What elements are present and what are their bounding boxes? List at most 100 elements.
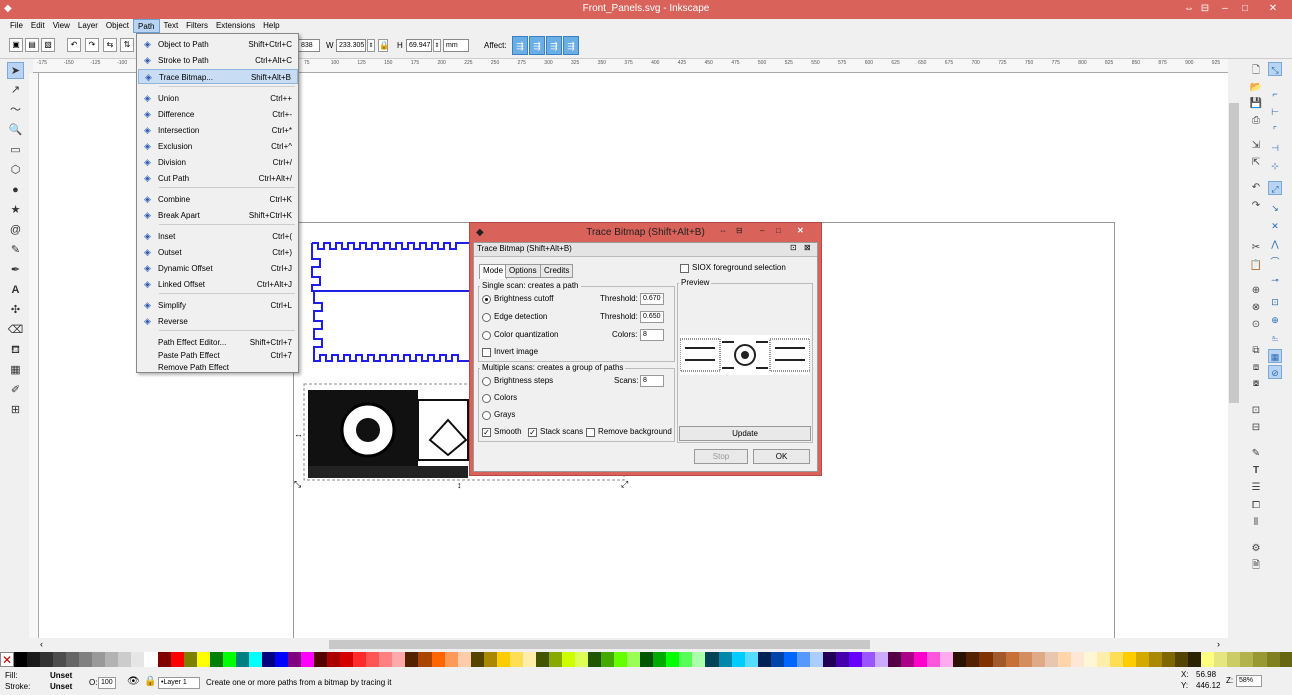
- siox-checkbox[interactable]: [680, 264, 689, 273]
- fill-stroke-icon[interactable]: ✎: [1249, 447, 1263, 461]
- affect-gradients-icon[interactable]: ⇶: [546, 36, 562, 55]
- menu-item-division[interactable]: ◈ Division Ctrl+/: [138, 155, 298, 170]
- opacity-field[interactable]: 100: [98, 677, 116, 689]
- color-swatch[interactable]: [940, 652, 954, 667]
- color-swatch[interactable]: [849, 652, 863, 667]
- color-swatch[interactable]: [1162, 652, 1176, 667]
- color-swatch[interactable]: [314, 652, 328, 667]
- color-swatch[interactable]: [548, 652, 562, 667]
- menu-object[interactable]: Object: [102, 19, 133, 33]
- color-swatch[interactable]: [535, 652, 549, 667]
- snap-nodes-icon[interactable]: ⤢: [1268, 181, 1282, 195]
- snap-midpoint-icon[interactable]: ⊸: [1268, 273, 1282, 287]
- color-swatch[interactable]: [601, 652, 615, 667]
- brightness-steps-radio[interactable]: [482, 377, 491, 386]
- duplicate-icon[interactable]: ⧉: [1249, 344, 1263, 358]
- align-icon[interactable]: ⫴: [1249, 516, 1263, 530]
- color-swatch[interactable]: [405, 652, 419, 667]
- affect-corners-icon[interactable]: ⇶: [529, 36, 545, 55]
- dialog-resize-icon[interactable]: ⇔: [719, 226, 727, 235]
- color-swatch[interactable]: [835, 652, 849, 667]
- threshold-field-2[interactable]: 0.650: [640, 311, 664, 323]
- save-icon[interactable]: 💾: [1249, 97, 1263, 111]
- color-swatch[interactable]: [822, 652, 836, 667]
- color-swatch[interactable]: [248, 652, 262, 667]
- color-swatch[interactable]: [1201, 652, 1215, 667]
- w-stepper[interactable]: ⇕: [367, 39, 375, 52]
- color-swatch[interactable]: [927, 652, 941, 667]
- color-swatch[interactable]: [692, 652, 706, 667]
- snap-object-center-icon[interactable]: ⊡: [1268, 295, 1282, 309]
- flip-vertical-icon[interactable]: ⇅: [120, 38, 134, 52]
- color-swatch[interactable]: [718, 652, 732, 667]
- menu-item-reverse[interactable]: ◈ Reverse: [138, 314, 298, 329]
- tab-credits[interactable]: Credits: [540, 264, 574, 278]
- menu-item-remove-path-effect[interactable]: Remove Path Effect: [138, 360, 298, 375]
- preferences-icon[interactable]: ⚙: [1249, 542, 1263, 556]
- color-swatch[interactable]: [144, 652, 158, 667]
- color-swatch[interactable]: [509, 652, 523, 667]
- xml-editor-icon[interactable]: ⧠: [1249, 499, 1263, 513]
- color-swatch[interactable]: [235, 652, 249, 667]
- menu-item-linked-offset[interactable]: ◈ Linked Offset Ctrl+Alt+J: [138, 277, 298, 292]
- paint-bucket-tool-icon[interactable]: ⛾: [7, 342, 24, 359]
- dialog-maximize-button[interactable]: □: [776, 226, 781, 235]
- snap-grid-icon[interactable]: ⊘: [1268, 365, 1282, 379]
- selector-tool-icon[interactable]: ➤: [7, 62, 24, 79]
- dialog-close-button[interactable]: ✕: [797, 226, 804, 235]
- color-swatch[interactable]: [366, 652, 380, 667]
- snap-rotation-center-icon[interactable]: ⊕: [1268, 313, 1282, 327]
- threshold-field-1[interactable]: 0.670: [640, 293, 664, 305]
- color-swatch[interactable]: [131, 652, 145, 667]
- gradient-tool-icon[interactable]: ▦: [7, 362, 24, 379]
- vertical-scroll-thumb[interactable]: [1229, 103, 1239, 403]
- color-swatch[interactable]: [875, 652, 889, 667]
- scale-handle-bottom-left[interactable]: ⤡: [294, 479, 301, 490]
- eraser-tool-icon[interactable]: ⌫: [7, 322, 24, 339]
- color-swatch[interactable]: [679, 652, 693, 667]
- color-swatch[interactable]: [1031, 652, 1045, 667]
- brightness-cutoff-radio[interactable]: [482, 295, 491, 304]
- snap-cusp-icon[interactable]: ⋀: [1268, 237, 1282, 251]
- menu-text[interactable]: Text: [160, 19, 183, 33]
- spray-tool-icon[interactable]: ✣: [7, 302, 24, 319]
- menu-item-dynamic-offset[interactable]: ◈ Dynamic Offset Ctrl+J: [138, 261, 298, 276]
- color-swatch[interactable]: [796, 652, 810, 667]
- minimize-button[interactable]: –: [1216, 2, 1234, 16]
- color-swatch[interactable]: [261, 652, 275, 667]
- color-swatch[interactable]: [1057, 652, 1071, 667]
- unit-select[interactable]: mm: [443, 39, 469, 52]
- color-swatch[interactable]: [914, 652, 928, 667]
- 3d-box-tool-icon[interactable]: ⬡: [7, 162, 24, 179]
- dialog-minimize-button[interactable]: –: [760, 226, 764, 235]
- select-all-icon[interactable]: ▣: [9, 38, 23, 52]
- star-tool-icon[interactable]: ★: [7, 202, 24, 219]
- color-swatch[interactable]: [327, 652, 341, 667]
- color-swatch[interactable]: [483, 652, 497, 667]
- color-swatch[interactable]: [666, 652, 680, 667]
- ellipse-tool-icon[interactable]: ●: [7, 182, 24, 199]
- color-swatch[interactable]: [222, 652, 236, 667]
- document-properties-icon[interactable]: 🗎: [1249, 559, 1263, 573]
- zoom-field[interactable]: 58%: [1236, 675, 1262, 687]
- color-swatch[interactable]: [561, 652, 576, 667]
- rectangle-tool-icon[interactable]: ▭: [7, 142, 24, 159]
- color-swatch[interactable]: [353, 652, 367, 667]
- tab-options[interactable]: Options: [505, 264, 541, 278]
- stroke-value[interactable]: Unset: [50, 682, 72, 691]
- color-swatch[interactable]: [1227, 652, 1241, 667]
- menu-item-combine[interactable]: ◈ Combine Ctrl+K: [138, 192, 298, 207]
- color-swatch[interactable]: [92, 652, 106, 667]
- color-swatch[interactable]: [1253, 652, 1267, 667]
- scale-handle-bottom[interactable]: ↕: [457, 480, 462, 490]
- color-swatch[interactable]: [614, 652, 628, 667]
- color-swatch[interactable]: [209, 652, 223, 667]
- color-swatch[interactable]: [496, 652, 510, 667]
- color-swatch[interactable]: [1175, 652, 1189, 667]
- color-swatch[interactable]: [979, 652, 993, 667]
- menu-view[interactable]: View: [49, 19, 74, 33]
- zoom-page-icon[interactable]: ⊙: [1249, 318, 1263, 332]
- color-swatch[interactable]: [392, 652, 406, 667]
- menu-layer[interactable]: Layer: [74, 19, 102, 33]
- menu-extensions[interactable]: Extensions: [212, 19, 259, 33]
